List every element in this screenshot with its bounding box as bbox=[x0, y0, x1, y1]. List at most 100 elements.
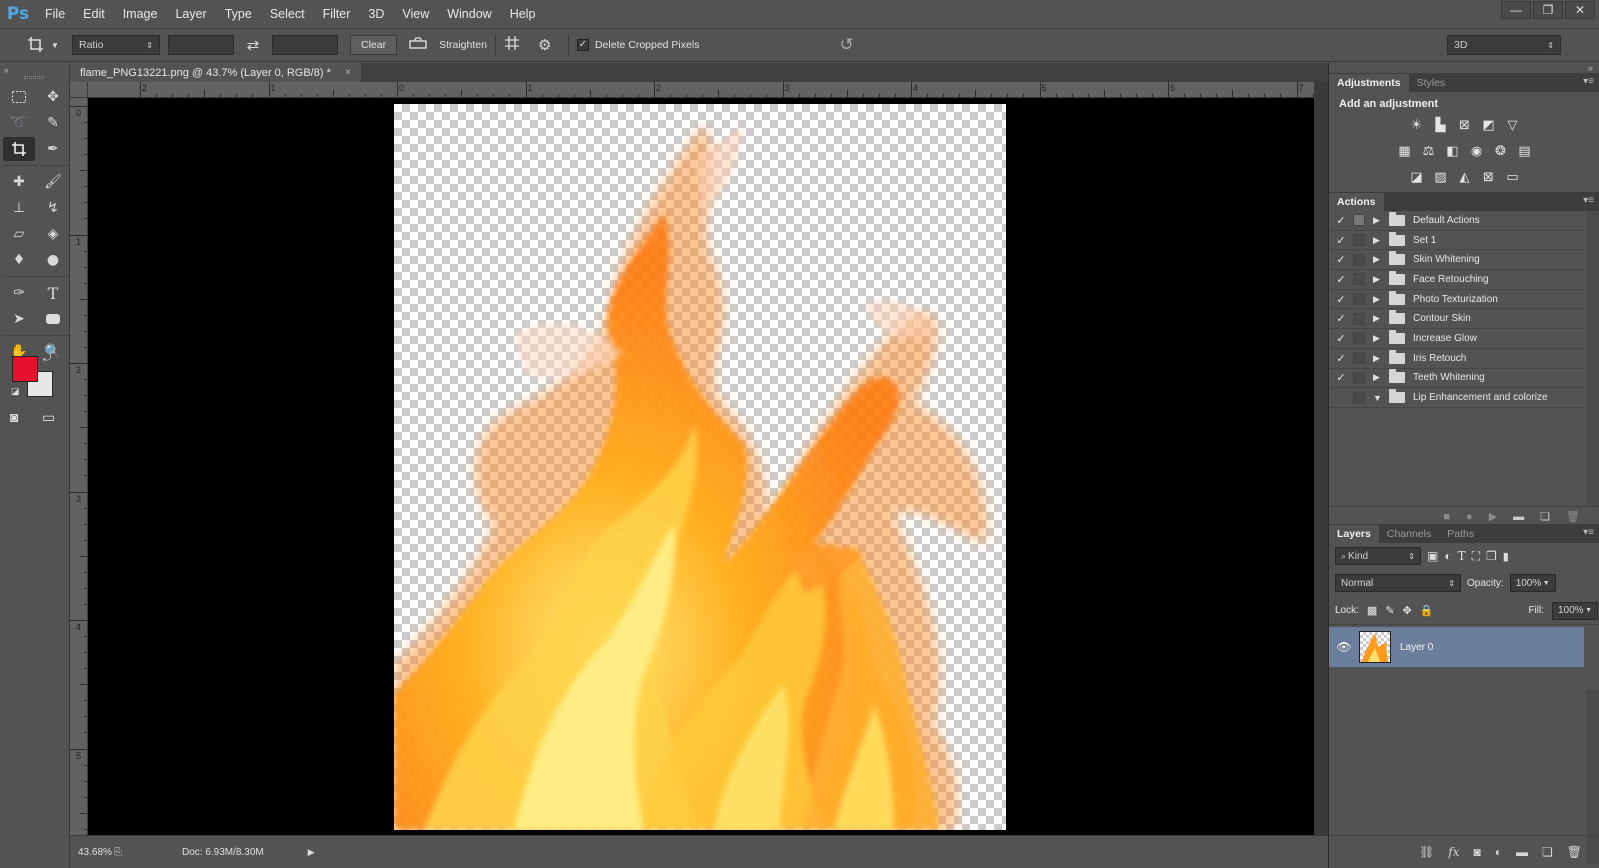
lasso-tool-icon[interactable]: ➰ bbox=[3, 111, 35, 135]
dialog-toggle-box[interactable] bbox=[1353, 332, 1365, 345]
straighten-icon[interactable] bbox=[409, 36, 431, 54]
play-icon[interactable]: ▶ bbox=[1489, 510, 1497, 523]
toggle-check-icon[interactable]: ✓ bbox=[1329, 332, 1353, 345]
status-menu-arrow-icon[interactable]: ▶ bbox=[308, 847, 315, 858]
vibrance-icon[interactable]: ▽ bbox=[1504, 117, 1522, 133]
channel-mixer-icon[interactable]: ❂ bbox=[1492, 143, 1510, 159]
link-layers-icon[interactable]: ⛓ bbox=[1419, 845, 1434, 859]
healing-brush-tool-icon[interactable]: ✚ bbox=[3, 170, 35, 194]
menu-layer[interactable]: Layer bbox=[166, 0, 215, 28]
toggle-check-icon[interactable]: ✓ bbox=[1329, 214, 1353, 227]
zoom-level[interactable]: 43.68% bbox=[70, 847, 114, 858]
pen-tool-icon[interactable]: ✑ bbox=[3, 281, 35, 305]
color-lookup-icon[interactable]: ▤ bbox=[1516, 143, 1534, 159]
action-set-row[interactable]: ✓ ▶ Face Retouching bbox=[1329, 270, 1584, 290]
dialog-toggle-box[interactable] bbox=[1353, 391, 1365, 404]
lock-position-icon[interactable]: ✥ bbox=[1403, 604, 1412, 617]
menu-type[interactable]: Type bbox=[216, 0, 261, 28]
lock-brush-icon[interactable]: ✎ bbox=[1385, 604, 1394, 617]
collapsed-triangle-icon[interactable]: ▶ bbox=[1373, 353, 1387, 364]
lock-transparent-icon[interactable]: ▩ bbox=[1367, 604, 1377, 617]
path-selection-tool-icon[interactable]: ➤ bbox=[3, 307, 35, 331]
move-tool-icon[interactable]: ✥ bbox=[37, 85, 69, 109]
layer-filter-select[interactable]: ⌕ Kind ⇕ bbox=[1335, 547, 1421, 565]
ratio-width-input[interactable] bbox=[168, 35, 234, 55]
collapsed-triangle-icon[interactable]: ▶ bbox=[1373, 294, 1387, 305]
delete-layer-icon[interactable]: 🗑 bbox=[1567, 845, 1582, 859]
collapsed-triangle-icon[interactable]: ▶ bbox=[1373, 372, 1387, 383]
expand-panel-icon[interactable]: » bbox=[1588, 63, 1593, 73]
dialog-toggle-box[interactable] bbox=[1353, 253, 1365, 266]
clone-stamp-tool-icon[interactable]: ⊥ bbox=[3, 196, 35, 220]
collapsed-triangle-icon[interactable]: ▶ bbox=[1373, 215, 1387, 226]
menu-filter[interactable]: Filter bbox=[314, 0, 360, 28]
brush-tool-icon[interactable]: 🖌 bbox=[37, 170, 69, 194]
panel-grip[interactable] bbox=[24, 76, 44, 79]
curves-icon[interactable]: ⊠ bbox=[1456, 117, 1474, 133]
filter-adjustment-icon[interactable]: ◐ bbox=[1444, 549, 1451, 563]
canvas-vertical-scrollbar[interactable] bbox=[1314, 82, 1328, 835]
quick-mask-icon[interactable]: ◙ bbox=[10, 409, 18, 425]
tab-adjustments[interactable]: Adjustments bbox=[1329, 74, 1409, 92]
expanded-triangle-icon[interactable]: ▼ bbox=[1373, 393, 1387, 403]
levels-icon[interactable]: ▙ bbox=[1432, 117, 1450, 133]
color-balance-icon[interactable]: ⚖ bbox=[1420, 143, 1438, 159]
menu-select[interactable]: Select bbox=[261, 0, 314, 28]
lock-all-icon[interactable]: 🔒 bbox=[1420, 604, 1434, 617]
fill-input[interactable]: 100% ▼ bbox=[1552, 601, 1598, 620]
invert-icon[interactable]: ◪ bbox=[1408, 169, 1426, 185]
menu-file[interactable]: File bbox=[36, 0, 74, 28]
collapsed-triangle-icon[interactable]: ▶ bbox=[1373, 274, 1387, 285]
layer-style-icon[interactable]: fx bbox=[1448, 845, 1459, 859]
reset-icon[interactable]: ↺ bbox=[839, 35, 853, 55]
tab-channels[interactable]: Channels bbox=[1379, 525, 1439, 543]
collapsed-triangle-icon[interactable]: ▶ bbox=[1373, 235, 1387, 246]
filter-smart-object-icon[interactable]: ❐ bbox=[1486, 549, 1497, 563]
action-set-row[interactable]: ✓ ▶ Skin Whitening bbox=[1329, 250, 1584, 271]
toggle-check-icon[interactable]: ✓ bbox=[1329, 234, 1353, 247]
action-set-row[interactable]: ✓ ▶ Set 1 bbox=[1329, 231, 1584, 251]
dodge-tool-icon[interactable]: ● bbox=[37, 248, 69, 272]
crop-tool-preset-picker[interactable]: ▼ bbox=[14, 29, 72, 61]
layer-row[interactable]: 👁 Layer 0 bbox=[1329, 627, 1584, 667]
new-adjustment-layer-icon[interactable]: ◐ bbox=[1495, 845, 1502, 859]
workspace-select[interactable]: 3D ⇕ bbox=[1447, 35, 1561, 55]
toggle-check-icon[interactable]: ✓ bbox=[1329, 253, 1353, 266]
collapsed-triangle-icon[interactable]: ▶ bbox=[1373, 313, 1387, 324]
action-set-row[interactable]: ✓ ▶ Iris Retouch bbox=[1329, 349, 1584, 369]
ratio-height-input[interactable] bbox=[272, 35, 338, 55]
menu-help[interactable]: Help bbox=[501, 0, 545, 28]
eyedropper-tool-icon[interactable]: ✒ bbox=[37, 137, 69, 161]
record-icon[interactable]: ● bbox=[1466, 511, 1473, 523]
dialog-toggle-box[interactable] bbox=[1353, 234, 1365, 247]
minimize-button[interactable]: — bbox=[1501, 1, 1531, 19]
shape-tool-icon[interactable] bbox=[37, 307, 69, 331]
threshold-icon[interactable]: ◭ bbox=[1456, 169, 1474, 185]
action-set-row[interactable]: ▼ Lip Enhancement and colorize bbox=[1329, 388, 1584, 408]
menu-3d[interactable]: 3D bbox=[359, 0, 393, 28]
foreground-color-swatch[interactable] bbox=[12, 356, 38, 382]
horizontal-ruler[interactable]: 2 1 0 1 2 3 4 5 6 7 bbox=[88, 82, 1314, 98]
blend-mode-select[interactable]: Normal ⇕ bbox=[1335, 574, 1461, 592]
zoom-tool-icon[interactable]: 🔍 bbox=[37, 340, 69, 364]
tab-paths[interactable]: Paths bbox=[1439, 525, 1482, 543]
ruler-origin[interactable] bbox=[70, 82, 88, 98]
toggle-check-icon[interactable]: ✓ bbox=[1329, 352, 1353, 365]
stop-icon[interactable]: ■ bbox=[1443, 511, 1450, 523]
panel-menu-icon[interactable]: ▾≡ bbox=[1583, 76, 1594, 87]
dialog-toggle-box[interactable] bbox=[1353, 214, 1365, 227]
dialog-toggle-box[interactable] bbox=[1353, 293, 1365, 306]
dialog-toggle-box[interactable] bbox=[1353, 312, 1365, 325]
clear-button[interactable]: Clear bbox=[350, 35, 398, 55]
gradient-map-icon[interactable]: ▭ bbox=[1504, 169, 1522, 185]
panel-menu-icon[interactable]: ▾≡ bbox=[1583, 195, 1594, 206]
collapse-panel-icon[interactable]: « bbox=[4, 65, 9, 75]
document-tab[interactable]: flame_PNG13221.png @ 43.7% (Layer 0, RGB… bbox=[70, 63, 361, 82]
marquee-tool-icon[interactable] bbox=[3, 85, 35, 109]
menu-window[interactable]: Window bbox=[438, 0, 500, 28]
new-group-icon[interactable]: ▬ bbox=[1516, 845, 1528, 859]
dialog-toggle-box[interactable] bbox=[1353, 352, 1365, 365]
menu-image[interactable]: Image bbox=[114, 0, 167, 28]
swap-icon[interactable]: ⇄ bbox=[234, 36, 272, 54]
new-set-icon[interactable]: ▬ bbox=[1513, 511, 1524, 523]
